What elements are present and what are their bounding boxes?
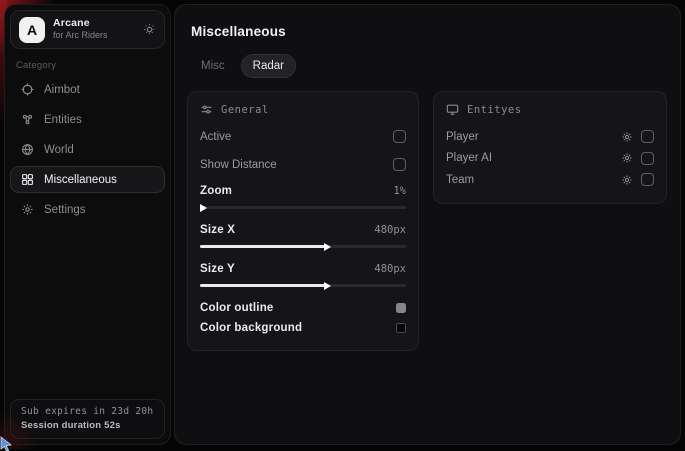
category-label: Category bbox=[16, 60, 159, 71]
sidebar-item-settings[interactable]: Settings bbox=[10, 196, 165, 223]
active-row: Active bbox=[200, 126, 406, 147]
sidebar-nav: Aimbot Entities World bbox=[5, 76, 170, 223]
color-background-label: Color background bbox=[200, 322, 302, 334]
team-label: Team bbox=[446, 174, 621, 186]
show-distance-row: Show Distance bbox=[200, 154, 406, 175]
size-y-slider-thumb[interactable] bbox=[324, 282, 331, 290]
gear-icon[interactable] bbox=[143, 23, 156, 36]
general-panel: General Active Show Distance Zoom 1% bbox=[187, 91, 419, 351]
sub-expires-text: Sub expires in 23d 20h bbox=[21, 406, 154, 417]
sidebar-item-aimbot[interactable]: Aimbot bbox=[10, 76, 165, 103]
grid-icon bbox=[21, 173, 34, 186]
entities-icon bbox=[21, 113, 34, 126]
player-ai-checkbox[interactable] bbox=[641, 152, 654, 165]
show-distance-label: Show Distance bbox=[200, 159, 277, 171]
gear-icon[interactable] bbox=[621, 152, 633, 164]
size-x-slider-thumb[interactable] bbox=[324, 243, 331, 251]
zoom-value: 1% bbox=[393, 185, 406, 197]
size-x-row: Size X 480px bbox=[200, 219, 406, 240]
sidebar-item-label: Entities bbox=[44, 114, 82, 126]
subscription-status-card: Sub expires in 23d 20h Session duration … bbox=[10, 399, 165, 439]
main-panel: Miscellaneous Misc Radar General Active bbox=[174, 4, 681, 445]
general-panel-header: General bbox=[200, 103, 406, 116]
zoom-row: Zoom 1% bbox=[200, 180, 406, 201]
team-row: Team bbox=[446, 169, 654, 191]
page-title: Miscellaneous bbox=[191, 24, 664, 39]
sidebar-item-world[interactable]: World bbox=[10, 136, 165, 163]
session-duration-text: Session duration 52s bbox=[21, 420, 154, 431]
sidebar-item-miscellaneous[interactable]: Miscellaneous bbox=[10, 166, 165, 193]
color-outline-label: Color outline bbox=[200, 302, 274, 314]
player-checkbox[interactable] bbox=[641, 130, 654, 143]
app-name: Arcane bbox=[53, 17, 108, 30]
globe-icon bbox=[21, 143, 34, 156]
general-panel-title: General bbox=[221, 104, 269, 116]
entities-panel: Entityes Player Player AI bbox=[433, 91, 667, 204]
active-label: Active bbox=[200, 131, 231, 143]
size-y-label: Size Y bbox=[200, 263, 235, 275]
app-header-card: A Arcane for Arc Riders bbox=[10, 10, 165, 49]
size-x-slider-fill bbox=[200, 245, 326, 248]
zoom-slider[interactable] bbox=[200, 206, 406, 209]
zoom-label: Zoom bbox=[200, 185, 232, 197]
size-x-slider[interactable] bbox=[200, 245, 406, 248]
color-background-swatch[interactable] bbox=[396, 323, 406, 333]
player-ai-label: Player AI bbox=[446, 152, 621, 164]
sidebar-item-label: World bbox=[44, 144, 74, 156]
tab-misc[interactable]: Misc bbox=[189, 54, 237, 78]
gear-icon[interactable] bbox=[621, 131, 633, 143]
sliders-icon bbox=[200, 103, 213, 116]
app-logo: A bbox=[19, 17, 45, 43]
size-x-value: 480px bbox=[374, 224, 406, 236]
player-ai-row: Player AI bbox=[446, 148, 654, 170]
color-outline-row: Color outline bbox=[200, 297, 406, 318]
size-y-slider[interactable] bbox=[200, 284, 406, 287]
crosshair-icon bbox=[21, 83, 34, 96]
player-row: Player bbox=[446, 126, 654, 148]
player-label: Player bbox=[446, 131, 621, 143]
zoom-slider-thumb[interactable] bbox=[200, 204, 207, 212]
sidebar-item-label: Miscellaneous bbox=[44, 174, 117, 186]
sidebar-item-entities[interactable]: Entities bbox=[10, 106, 165, 133]
size-y-slider-fill bbox=[200, 284, 326, 287]
app-subtitle: for Arc Riders bbox=[53, 30, 108, 41]
gear-icon[interactable] bbox=[621, 174, 633, 186]
sidebar: A Arcane for Arc Riders Category bbox=[4, 4, 171, 445]
gear-icon bbox=[21, 203, 34, 216]
monitor-icon bbox=[446, 103, 459, 116]
active-checkbox[interactable] bbox=[393, 130, 406, 143]
app-window: A Arcane for Arc Riders Category bbox=[0, 0, 685, 449]
cards-row: General Active Show Distance Zoom 1% bbox=[187, 91, 668, 351]
color-outline-swatch[interactable] bbox=[396, 303, 406, 313]
size-y-row: Size Y 480px bbox=[200, 258, 406, 279]
sidebar-item-label: Aimbot bbox=[44, 84, 80, 96]
sidebar-item-label: Settings bbox=[44, 204, 86, 216]
size-y-value: 480px bbox=[374, 263, 406, 275]
app-titles: Arcane for Arc Riders bbox=[53, 17, 108, 41]
team-checkbox[interactable] bbox=[641, 173, 654, 186]
show-distance-checkbox[interactable] bbox=[393, 158, 406, 171]
entities-panel-header: Entityes bbox=[446, 103, 654, 116]
color-background-row: Color background bbox=[200, 317, 406, 338]
entities-panel-title: Entityes bbox=[467, 104, 522, 116]
tab-radar[interactable]: Radar bbox=[241, 54, 296, 78]
tab-bar: Misc Radar bbox=[189, 54, 668, 78]
size-x-label: Size X bbox=[200, 224, 235, 236]
